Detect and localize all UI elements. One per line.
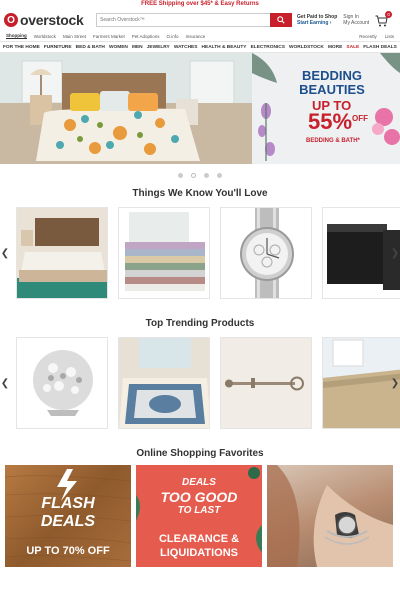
product-tile-crystal-lamp[interactable] (16, 337, 108, 429)
bedroom-illustration (0, 53, 252, 164)
cart-count-badge: 0 (385, 11, 393, 18)
site-header: O overstock Get Paid to Shop Start Earni… (0, 9, 400, 31)
get-paid-link[interactable]: Get Paid to Shop Start Earning › (297, 14, 337, 26)
things-carousel: ❮ ❯ (0, 207, 400, 299)
womens-watch-banner[interactable] (267, 465, 393, 567)
search-input[interactable] (97, 14, 270, 26)
subnav-farmers-market[interactable]: Farmers Market (93, 34, 125, 39)
cat-women[interactable]: WOMEN (109, 45, 128, 50)
hero-bedroom-image (0, 53, 252, 164)
logo-mark: O (4, 13, 18, 27)
promo-title: BEDDING BEAUTIES (299, 68, 365, 97)
promo-text: FREE Shipping over $45* & Easy Returns (141, 1, 259, 7)
subnav-main-street[interactable]: Main Street (63, 34, 86, 39)
cat-worldstock[interactable]: WORLDSTOCK (289, 45, 324, 50)
hero-banner[interactable]: BEDDING BEAUTIES UP TO 55% OFF BEDDING &… (0, 53, 400, 164)
cat-furniture[interactable]: FURNITURE (44, 45, 72, 50)
cat-more[interactable]: MORE (328, 45, 342, 50)
mattress-image (17, 208, 107, 298)
deals-line4: CLEARANCE & (158, 533, 240, 545)
recently-viewed-link[interactable]: Recently (359, 34, 377, 39)
promo-bar[interactable]: FREE Shipping over $45* & Easy Returns (0, 0, 400, 9)
cat-for-the-home[interactable]: FOR THE HOME (3, 45, 40, 50)
carousel-dot[interactable] (178, 172, 183, 178)
crystal-lamp-image (17, 338, 107, 428)
deals-line2: TOO GOOD (160, 489, 238, 505)
cat-electronics[interactable]: ELECTRONICS (251, 45, 285, 50)
area-rug-image (119, 338, 209, 428)
section-title-favorites: Online Shopping Favorites (136, 448, 264, 459)
prev-arrow-icon[interactable]: ❮ (0, 378, 10, 389)
product-tile-mattress[interactable] (16, 207, 108, 299)
logo[interactable]: O overstock (4, 12, 94, 28)
gift-box-image (323, 208, 400, 298)
promo-percent: 55% (308, 109, 353, 134)
product-tile-area-rug[interactable] (118, 337, 210, 429)
promo-subtitle: BEDDING & BATH* (306, 138, 360, 144)
subnav-insurance[interactable]: Insurance (186, 34, 206, 39)
deals-line5: LIQUIDATIONS (159, 547, 238, 559)
subnav-right: Recently Lists (359, 34, 394, 39)
sisal-rug-image (323, 338, 400, 428)
subnav-pet-adoptions[interactable]: Pet Adoptions (132, 34, 160, 39)
cat-sale[interactable]: SALE (346, 45, 359, 50)
trending-tiles (10, 337, 400, 429)
account-link[interactable]: Sign In My Account (343, 14, 369, 26)
cat-jewelry[interactable]: JEWELRY (147, 45, 170, 50)
next-arrow-icon[interactable]: ❯ (390, 248, 400, 259)
clearance-banner[interactable]: DEALS TOO GOOD TO LAST CLEARANCE & LIQUI… (136, 465, 262, 567)
things-tiles (10, 207, 400, 299)
carousel-dots (0, 168, 400, 182)
sheets-image (119, 208, 209, 298)
watch-image (221, 208, 311, 298)
category-navigation: FOR THE HOME FURNITURE BED & BATH WOMEN … (0, 41, 400, 53)
my-account-label: My Account (343, 20, 370, 26)
subnav-o-info[interactable]: O.info (167, 34, 179, 39)
prev-arrow-icon[interactable]: ❮ (0, 248, 10, 259)
flash-line3: UP TO 70% OFF (26, 545, 110, 557)
favorites-row: FLASH DEALS UP TO 70% OFF DEALS TOO GOOD… (0, 465, 400, 567)
hero-promo-panel[interactable]: BEDDING BEAUTIES UP TO 55% OFF BEDDING &… (252, 53, 400, 164)
cat-bed-bath[interactable]: BED & BATH (76, 45, 105, 50)
product-tile-sheets[interactable] (118, 207, 210, 299)
product-tile-curtain-rod[interactable] (220, 337, 312, 429)
section-title-things: Things We Know You'll Love (132, 188, 268, 199)
get-paid-sub: Start Earning › (297, 20, 332, 26)
carousel-dot[interactable] (217, 172, 222, 178)
trending-carousel: ❮ ❯ (0, 337, 400, 429)
product-tile-watch[interactable] (220, 207, 312, 299)
carousel-dot[interactable] (204, 172, 209, 178)
subnav-shopping[interactable]: Shopping (6, 33, 27, 39)
lists-link[interactable]: Lists (385, 34, 394, 39)
deals-line1: DEALS (182, 477, 216, 488)
promo-off: OFF (352, 114, 368, 123)
cat-men[interactable]: MEN (132, 45, 143, 50)
sub-navigation: Shopping Worldstock Main Street Farmers … (0, 31, 400, 41)
next-arrow-icon[interactable]: ❯ (390, 378, 400, 389)
subnav-worldstock[interactable]: Worldstock (34, 34, 56, 39)
cat-watches[interactable]: WATCHES (174, 45, 198, 50)
product-tile-gift-box[interactable] (322, 207, 400, 299)
flash-deals-banner[interactable]: FLASH DEALS UP TO 70% OFF (5, 465, 131, 567)
section-title-trending: Top Trending Products (145, 318, 255, 329)
search-bar (96, 13, 292, 27)
flash-line2: DEALS (40, 513, 96, 530)
cart-button[interactable]: 0 (375, 11, 393, 27)
cat-flash-deals[interactable]: FLASH DEALS (363, 45, 397, 50)
search-button[interactable] (270, 13, 292, 27)
curtain-rod-image (221, 338, 311, 428)
logo-text: overstock (20, 12, 84, 28)
search-icon (277, 16, 285, 24)
deals-line3: TO LAST (177, 505, 221, 516)
carousel-dot-active[interactable] (191, 172, 196, 178)
flash-line1: FLASH (41, 495, 95, 512)
watch-wrist-image (267, 465, 393, 567)
product-tile-sisal-rug[interactable] (322, 337, 400, 429)
cat-health-beauty[interactable]: HEALTH & BEAUTY (202, 45, 247, 50)
header-actions: Get Paid to Shop Start Earning › Sign In… (297, 11, 393, 27)
